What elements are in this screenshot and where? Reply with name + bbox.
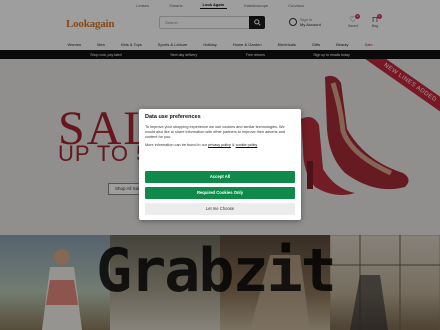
privacy-policy-link[interactable]: privacy policy (208, 143, 231, 147)
cookie-consent-dialog: Data use preferences To improve your sho… (139, 109, 301, 220)
dialog-actions: Accept All Required Cookies Only Let me … (145, 167, 295, 215)
let-me-choose-button[interactable]: Let me Choose (145, 203, 295, 215)
required-cookies-only-button[interactable]: Required Cookies Only (145, 187, 295, 199)
accept-all-button[interactable]: Accept All (145, 171, 295, 183)
dialog-more-info: More information can be found in our pri… (145, 143, 258, 147)
cookie-policy-link[interactable]: cookie policy (236, 143, 258, 147)
dialog-title: Data use preferences (145, 114, 201, 120)
dialog-body: To improve your shopping experience we u… (145, 125, 285, 139)
